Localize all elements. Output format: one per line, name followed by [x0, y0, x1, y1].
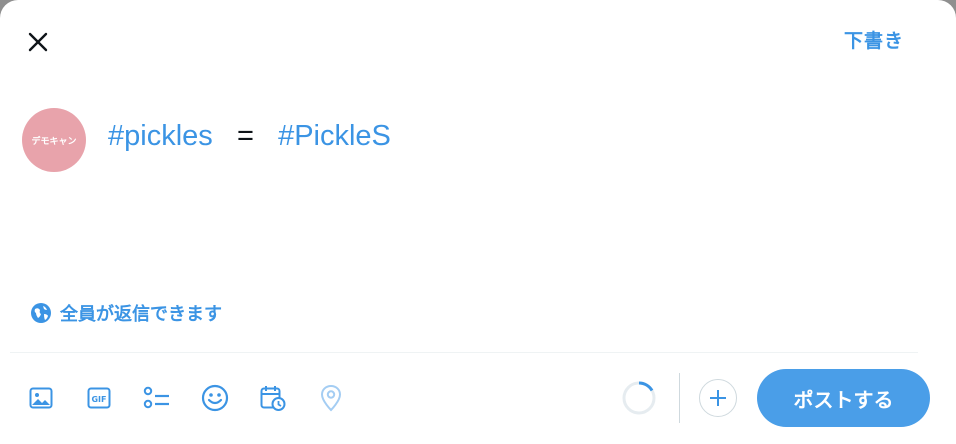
- poll-icon: [143, 386, 169, 409]
- globe-icon: [31, 303, 51, 323]
- compose-dialog: 下書き デモキャン #pickles = #PickleS 全員が返信できます …: [0, 0, 956, 444]
- emoji-button[interactable]: [196, 379, 234, 417]
- schedule-button[interactable]: [254, 379, 292, 417]
- character-count-indicator: [622, 381, 656, 415]
- avatar-text: デモキャン: [31, 136, 77, 147]
- post-text-input[interactable]: #pickles = #PickleS: [108, 120, 916, 270]
- location-button[interactable]: [312, 379, 350, 417]
- equals-sign: =: [236, 120, 254, 152]
- reply-setting-button[interactable]: 全員が返信できます: [30, 298, 222, 328]
- plus-icon: [710, 390, 726, 406]
- gif-text: GIF: [91, 395, 106, 404]
- post-button[interactable]: ポストする: [757, 369, 930, 427]
- add-post-button[interactable]: [699, 379, 737, 417]
- location-icon: [320, 384, 342, 412]
- close-button[interactable]: [18, 22, 58, 62]
- hashtag-pickle-s[interactable]: #PickleS: [278, 120, 391, 152]
- gif-button[interactable]: GIF: [80, 379, 118, 417]
- schedule-icon: [260, 386, 286, 411]
- gif-icon: GIF: [87, 387, 111, 409]
- emoji-icon: [201, 384, 229, 412]
- avatar[interactable]: デモキャン: [22, 108, 86, 172]
- close-icon: [28, 32, 48, 52]
- image-icon: [29, 387, 53, 409]
- drafts-button[interactable]: 下書き: [844, 26, 904, 53]
- toolbar-separator: [679, 373, 680, 423]
- poll-button[interactable]: [138, 379, 176, 417]
- compose-toolbar: GIF: [22, 376, 370, 420]
- hashtag-pickles[interactable]: #pickles: [108, 120, 213, 152]
- media-button[interactable]: [22, 379, 60, 417]
- reply-setting-label: 全員が返信できます: [60, 304, 222, 325]
- divider: [10, 352, 918, 353]
